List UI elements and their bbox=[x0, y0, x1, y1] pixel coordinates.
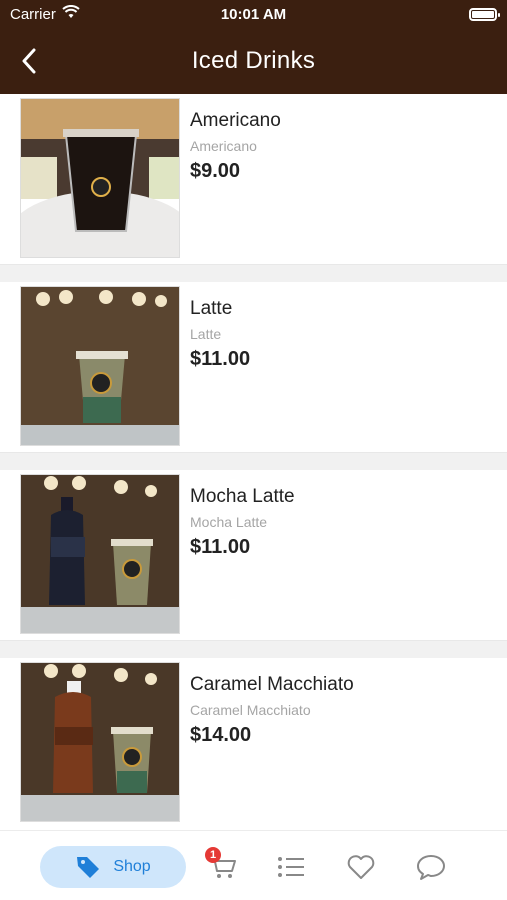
product-subtitle: Latte bbox=[190, 326, 222, 342]
product-info: Mocha Latte Mocha Latte $11.00 bbox=[190, 486, 295, 559]
product-name: Caramel Macchiato bbox=[190, 674, 354, 695]
product-image-americano bbox=[20, 98, 180, 258]
tab-list[interactable] bbox=[274, 851, 308, 883]
wifi-icon bbox=[62, 5, 80, 23]
product-subtitle: Mocha Latte bbox=[190, 514, 268, 530]
product-item-americano[interactable]: Americano Americano $9.00 bbox=[0, 94, 507, 264]
navigation-bar: Iced Drinks bbox=[0, 28, 507, 94]
chevron-left-icon bbox=[22, 48, 36, 74]
product-name: Latte bbox=[190, 298, 233, 319]
product-item-latte[interactable]: Latte Latte $11.00 bbox=[0, 282, 507, 452]
list-icon bbox=[278, 857, 304, 877]
product-info: Caramel Macchiato Caramel Macchiato $14.… bbox=[190, 674, 354, 747]
product-info: Latte Latte $11.00 bbox=[190, 298, 250, 371]
product-image-latte bbox=[20, 286, 180, 446]
product-price: $11.00 bbox=[190, 536, 251, 558]
product-image-caramel-macchiato bbox=[20, 662, 180, 822]
product-item-caramel-macchiato[interactable]: Caramel Macchiato Caramel Macchiato $14.… bbox=[0, 658, 507, 828]
back-button[interactable] bbox=[14, 44, 44, 78]
product-price: $9.00 bbox=[190, 160, 241, 182]
product-price: $14.00 bbox=[190, 724, 252, 746]
status-left: Carrier bbox=[10, 5, 80, 23]
divider bbox=[0, 452, 507, 470]
product-subtitle: Americano bbox=[190, 138, 257, 154]
tag-icon bbox=[77, 857, 100, 878]
battery-icon bbox=[469, 7, 500, 21]
product-name: Mocha Latte bbox=[190, 486, 295, 507]
product-subtitle: Caramel Macchiato bbox=[190, 702, 311, 718]
page-title: Iced Drinks bbox=[191, 47, 316, 74]
tab-shop-label: Shop bbox=[113, 858, 151, 875]
tab-bar: Shop 1 bbox=[0, 830, 507, 900]
tab-chat[interactable] bbox=[414, 851, 448, 883]
tab-cart[interactable]: 1 bbox=[205, 847, 239, 883]
chat-icon bbox=[417, 855, 445, 880]
product-name: Americano bbox=[190, 110, 281, 131]
status-bar: Carrier 10:01 AM bbox=[0, 0, 507, 28]
product-item-mocha-latte[interactable]: Mocha Latte Mocha Latte $11.00 bbox=[0, 470, 507, 640]
divider bbox=[0, 640, 507, 658]
carrier-label: Carrier bbox=[10, 5, 56, 23]
divider bbox=[0, 264, 507, 282]
product-image-mocha-latte bbox=[20, 474, 180, 634]
tab-shop[interactable]: Shop bbox=[40, 846, 186, 888]
product-price: $11.00 bbox=[190, 348, 251, 370]
cart-badge: 1 bbox=[205, 847, 221, 863]
product-list[interactable]: Americano Americano $9.00 Latte Latte $1… bbox=[0, 94, 507, 830]
heart-icon bbox=[347, 855, 375, 879]
tab-favorites[interactable] bbox=[344, 851, 378, 883]
product-info: Americano Americano $9.00 bbox=[190, 110, 281, 183]
